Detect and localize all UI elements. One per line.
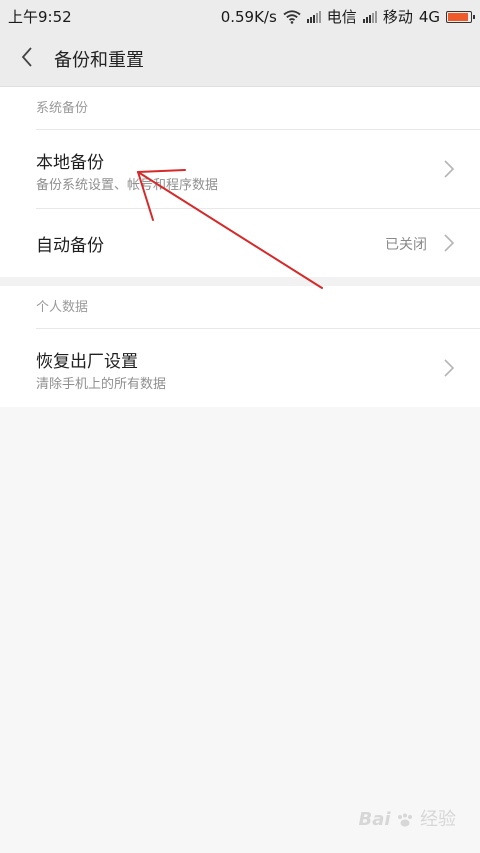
back-arrow-icon[interactable] (18, 45, 38, 69)
signal-strength-icon-1 (306, 10, 321, 23)
section-header-personal-data: 个人数据 (0, 286, 480, 329)
factory-reset-subtitle: 清除手机上的所有数据 (36, 377, 167, 392)
network-type: 4G (418, 7, 440, 26)
baidu-watermark: Bai 经验 (358, 805, 456, 831)
factory-reset-item[interactable]: 恢复出厂设置 清除手机上的所有数据 (0, 329, 480, 407)
network-speed: 0.59K/s (220, 7, 277, 26)
wifi-icon (283, 9, 301, 24)
carrier-2: 移动 (382, 8, 413, 26)
local-backup-item[interactable]: 本地备份 备份系统设置、帐号和程序数据 (0, 130, 480, 208)
local-backup-title: 本地备份 (36, 153, 104, 173)
auto-backup-status: 已关闭 (385, 237, 427, 253)
local-backup-subtitle: 备份系统设置、帐号和程序数据 (36, 178, 219, 193)
watermark-text: 经验 (420, 809, 456, 830)
chevron-right-icon (444, 234, 455, 252)
section-personal-data: 个人数据 恢复出厂设置 清除手机上的所有数据 (0, 286, 480, 407)
signal-strength-icon-2 (362, 10, 377, 23)
status-indicators: 0.59K/s 电信 移动 4G (220, 6, 475, 27)
chevron-right-icon (444, 160, 455, 178)
status-time: 上午9:52 (8, 8, 72, 26)
section-header-system-backup: 系统备份 (0, 87, 480, 130)
app-header: 备份和重置 (0, 30, 480, 87)
watermark-brand: Bai (358, 809, 391, 830)
page-title: 备份和重置 (54, 50, 144, 71)
battery-icon (446, 10, 475, 23)
auto-backup-title: 自动备份 (36, 236, 104, 256)
section-system-backup: 系统备份 本地备份 备份系统设置、帐号和程序数据 自动备份 已关闭 (0, 87, 480, 277)
paw-logo-icon (398, 813, 413, 827)
carrier-1: 电信 (326, 8, 357, 26)
factory-reset-title: 恢复出厂设置 (36, 352, 138, 372)
status-bar: 上午9:52 0.59K/s 电信 移动 4G (0, 0, 480, 30)
section-gap (0, 277, 480, 286)
auto-backup-item[interactable]: 自动备份 已关闭 (0, 209, 480, 277)
chevron-right-icon (444, 359, 455, 377)
